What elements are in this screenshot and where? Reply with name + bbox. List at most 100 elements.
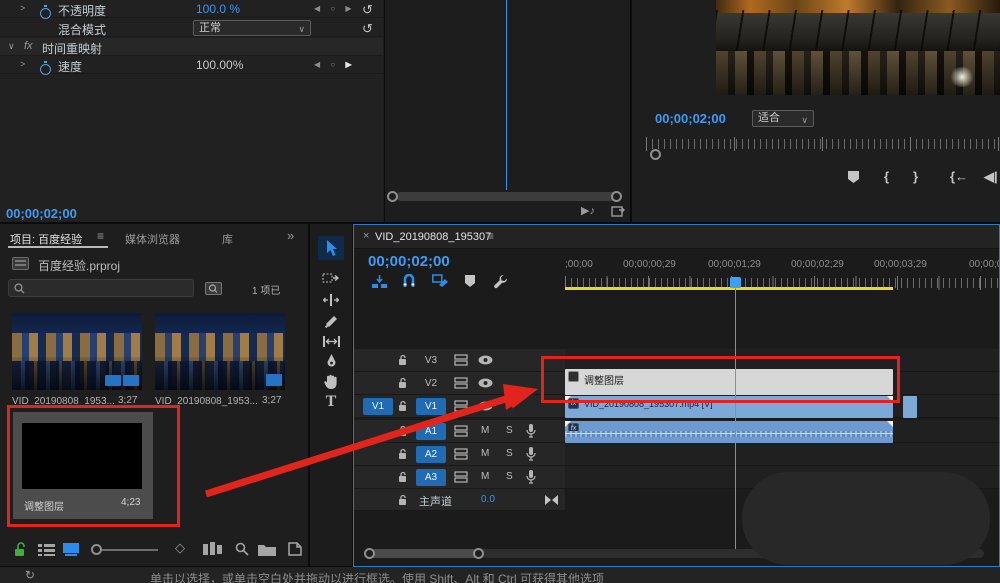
expand-chevron-icon[interactable]: > [20, 59, 25, 69]
sync-lock-icon[interactable] [454, 448, 468, 460]
track-target-v2[interactable]: V2 [416, 375, 446, 392]
project-item-thumbnail[interactable] [155, 313, 285, 390]
mute-button[interactable]: M [481, 471, 489, 482]
lock-icon[interactable] [398, 494, 408, 506]
timeline-scrollbar-thumb[interactable] [370, 549, 480, 558]
voiceover-mic-icon[interactable] [526, 424, 536, 438]
source-patch-v1[interactable]: V1 [363, 398, 393, 415]
tab-media-browser[interactable]: 媒体浏览器 [125, 231, 180, 247]
timeline-settings-wrench-icon[interactable] [493, 274, 508, 289]
solo-button[interactable]: S [506, 471, 513, 482]
keyframe-area-playhead[interactable] [506, 0, 507, 190]
mute-button[interactable]: M [481, 448, 489, 459]
scrollbar-right-knob[interactable] [473, 548, 484, 559]
razor-tool[interactable] [318, 311, 344, 331]
zoom-level-dropdown[interactable]: 适合 ∨ [752, 110, 814, 127]
track-target-v3[interactable]: V3 [416, 352, 446, 369]
timeline-timecode[interactable]: 00;00;02;00 [368, 253, 450, 270]
reset-icon[interactable]: ↺ [362, 2, 373, 18]
keyframe-area-scrollbar[interactable] [396, 192, 620, 201]
tab-library[interactable]: 库 [222, 231, 233, 247]
stopwatch-icon[interactable] [40, 8, 51, 19]
slip-tool[interactable] [318, 331, 344, 351]
track-target-a3[interactable]: A3 [416, 469, 446, 486]
toggle-track-output-eye-icon[interactable] [478, 401, 493, 411]
find-icon[interactable] [235, 542, 249, 556]
effect-controls-timecode[interactable]: 00;00;02;00 [6, 206, 77, 221]
monitor-scrubber-knob[interactable] [650, 149, 661, 160]
thumbnail-zoom-handle[interactable] [91, 544, 102, 555]
sync-lock-icon[interactable] [454, 354, 468, 366]
track-select-forward-tool[interactable] [318, 268, 344, 288]
add-marker-icon[interactable] [847, 170, 860, 184]
program-timecode[interactable]: 00;00;02;00 [655, 111, 726, 126]
step-back-icon[interactable]: ◀| [984, 169, 998, 185]
track-target-v1[interactable]: V1 [416, 398, 446, 415]
go-to-in-icon[interactable]: {← [950, 169, 968, 184]
toggle-track-output-eye-icon[interactable] [478, 355, 493, 365]
lock-icon[interactable] [398, 448, 408, 460]
list-view-icon[interactable] [38, 544, 55, 556]
stopwatch-icon[interactable] [40, 64, 51, 75]
expand-chevron-icon[interactable]: > [20, 3, 25, 13]
scrollbar-right-knob[interactable] [611, 191, 622, 202]
toggle-track-output-eye-icon[interactable] [478, 378, 493, 388]
mute-button[interactable]: M [481, 425, 489, 436]
track-target-a2[interactable]: A2 [416, 446, 446, 463]
tab-project[interactable]: 项目: 百度经验 [10, 231, 82, 247]
lock-icon[interactable] [398, 377, 408, 389]
type-tool[interactable]: T [318, 392, 344, 412]
track-target-a1[interactable]: A1 [416, 423, 446, 440]
lock-icon[interactable] [398, 354, 408, 366]
program-preview-image[interactable] [716, 0, 1000, 95]
timeline-tab-title[interactable]: VID_20190808_195307 [375, 231, 491, 243]
search-input[interactable] [8, 279, 194, 297]
sort-icon[interactable]: ◇ [175, 540, 185, 556]
linked-selection-icon[interactable] [432, 274, 449, 288]
snap-magnet-icon[interactable] [402, 274, 416, 288]
mark-in-icon[interactable]: { [884, 169, 889, 184]
scrollbar-left-knob[interactable] [364, 548, 375, 559]
solo-button[interactable]: S [506, 448, 513, 459]
reset-icon[interactable]: ↺ [362, 21, 373, 37]
writable-lock-icon[interactable] [14, 542, 27, 557]
selection-tool[interactable] [318, 236, 344, 260]
sync-lock-icon[interactable] [454, 400, 468, 412]
lock-icon[interactable] [398, 425, 408, 437]
close-tab-icon[interactable]: × [363, 230, 369, 242]
panel-menu-icon[interactable]: ≡ [97, 229, 104, 243]
export-frame-icon[interactable] [611, 204, 625, 217]
keyframe-bowtie-icon[interactable] [545, 495, 558, 505]
mark-out-icon[interactable]: } [913, 169, 918, 184]
project-item-thumbnail[interactable] [12, 313, 142, 390]
search-bin-icon[interactable] [205, 280, 222, 295]
solo-button[interactable]: S [506, 425, 513, 436]
voiceover-mic-icon[interactable] [526, 470, 536, 484]
speed-value[interactable]: 100.00% [196, 58, 243, 72]
keyframe-nav-icons[interactable]: ◀ ○ ▶ [314, 4, 356, 13]
collapse-chevron-icon[interactable]: ∨ [8, 41, 15, 52]
new-bin-icon[interactable] [258, 543, 276, 556]
thumbnail-zoom-slider[interactable] [102, 549, 158, 551]
master-volume-value[interactable]: 0.0 [481, 494, 495, 505]
project-file-name[interactable]: 百度经验.prproj [38, 257, 120, 274]
ripple-edit-tool[interactable] [318, 290, 344, 310]
opacity-value[interactable]: 100.0 % [196, 2, 240, 16]
freeform-view-icon[interactable] [203, 542, 223, 555]
sync-lock-icon[interactable] [454, 377, 468, 389]
keyframe-nav-icons[interactable]: ◀ ○ ▶ [314, 60, 356, 69]
hand-tool[interactable] [318, 371, 344, 391]
add-marker-icon[interactable] [464, 274, 476, 288]
insert-overwrite-icon[interactable] [372, 275, 387, 288]
lock-icon[interactable] [398, 471, 408, 483]
voiceover-mic-icon[interactable] [526, 447, 536, 461]
scrollbar-left-knob[interactable] [387, 191, 398, 202]
play-audio-icon[interactable]: ▶♪ [581, 204, 595, 217]
blend-mode-dropdown[interactable]: 正常 ∨ [193, 20, 311, 36]
video-clip-fragment[interactable] [903, 396, 917, 418]
sync-lock-icon[interactable] [454, 425, 468, 437]
playhead-handle[interactable] [730, 277, 741, 288]
playhead-line[interactable] [735, 277, 736, 549]
sync-lock-icon[interactable] [454, 471, 468, 483]
icon-view-icon[interactable] [63, 543, 79, 556]
